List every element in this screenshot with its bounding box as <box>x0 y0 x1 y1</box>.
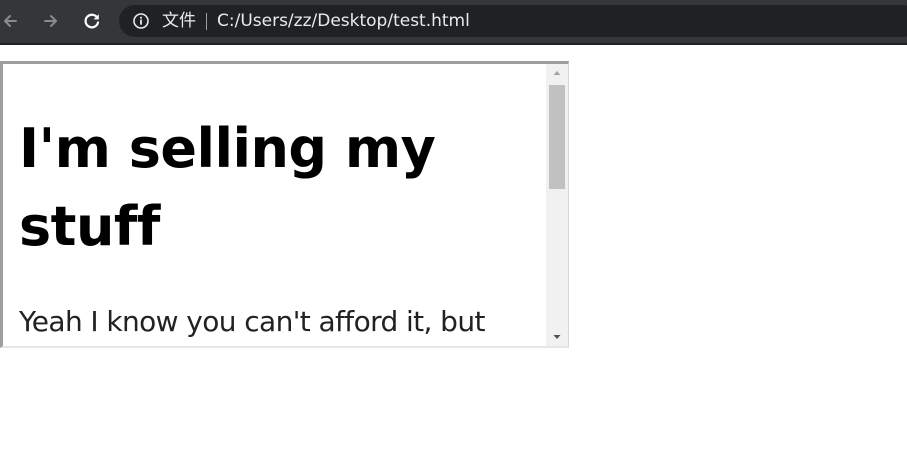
address-separator <box>206 13 207 30</box>
forward-button[interactable] <box>37 8 65 34</box>
scroll-down-button[interactable] <box>546 329 568 346</box>
scroll-up-arrow-icon <box>553 71 561 75</box>
back-arrow-icon <box>4 15 17 27</box>
scroll-up-button[interactable] <box>546 64 568 81</box>
reload-icon <box>84 13 100 29</box>
page-body-text: Yeah I know you can't afford it, but <box>19 305 485 338</box>
reload-button[interactable] <box>78 8 106 34</box>
scroll-down-arrow-icon <box>553 335 561 339</box>
frame-content: I'm selling my stuff Yeah I know you can… <box>3 64 545 346</box>
page-info-label: 文件 <box>162 11 196 31</box>
page-heading: I'm selling my stuff <box>19 117 436 258</box>
back-button[interactable] <box>0 8 24 34</box>
vertical-scrollbar[interactable] <box>546 64 568 346</box>
address-bar[interactable]: 文件 C:/Users/zz/Desktop/test.html <box>119 5 907 37</box>
forward-arrow-icon <box>44 15 57 27</box>
toolbar-divider <box>0 43 907 45</box>
browser-toolbar: 文件 C:/Users/zz/Desktop/test.html <box>0 0 907 43</box>
embedded-frame[interactable]: I'm selling my stuff Yeah I know you can… <box>0 61 569 348</box>
scrollbar-thumb[interactable] <box>549 85 565 189</box>
info-icon[interactable] <box>132 12 150 30</box>
url-text[interactable]: C:/Users/zz/Desktop/test.html <box>217 10 470 32</box>
